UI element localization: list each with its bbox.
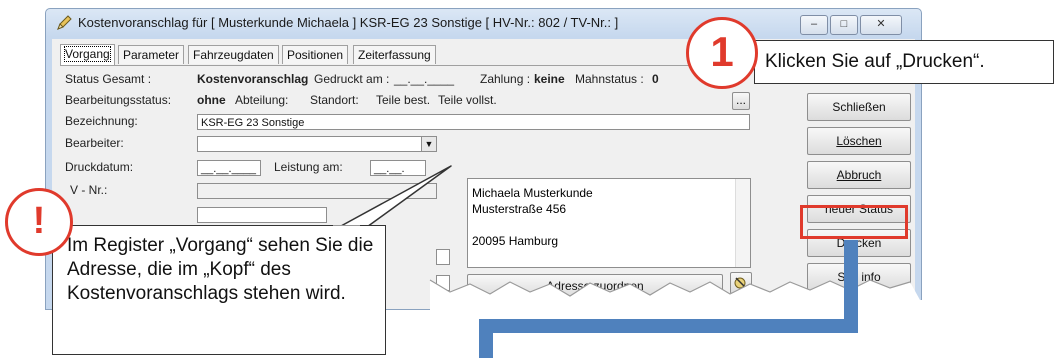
hint-pointer-cover <box>333 225 360 229</box>
warning-badge: ! <box>5 188 73 256</box>
